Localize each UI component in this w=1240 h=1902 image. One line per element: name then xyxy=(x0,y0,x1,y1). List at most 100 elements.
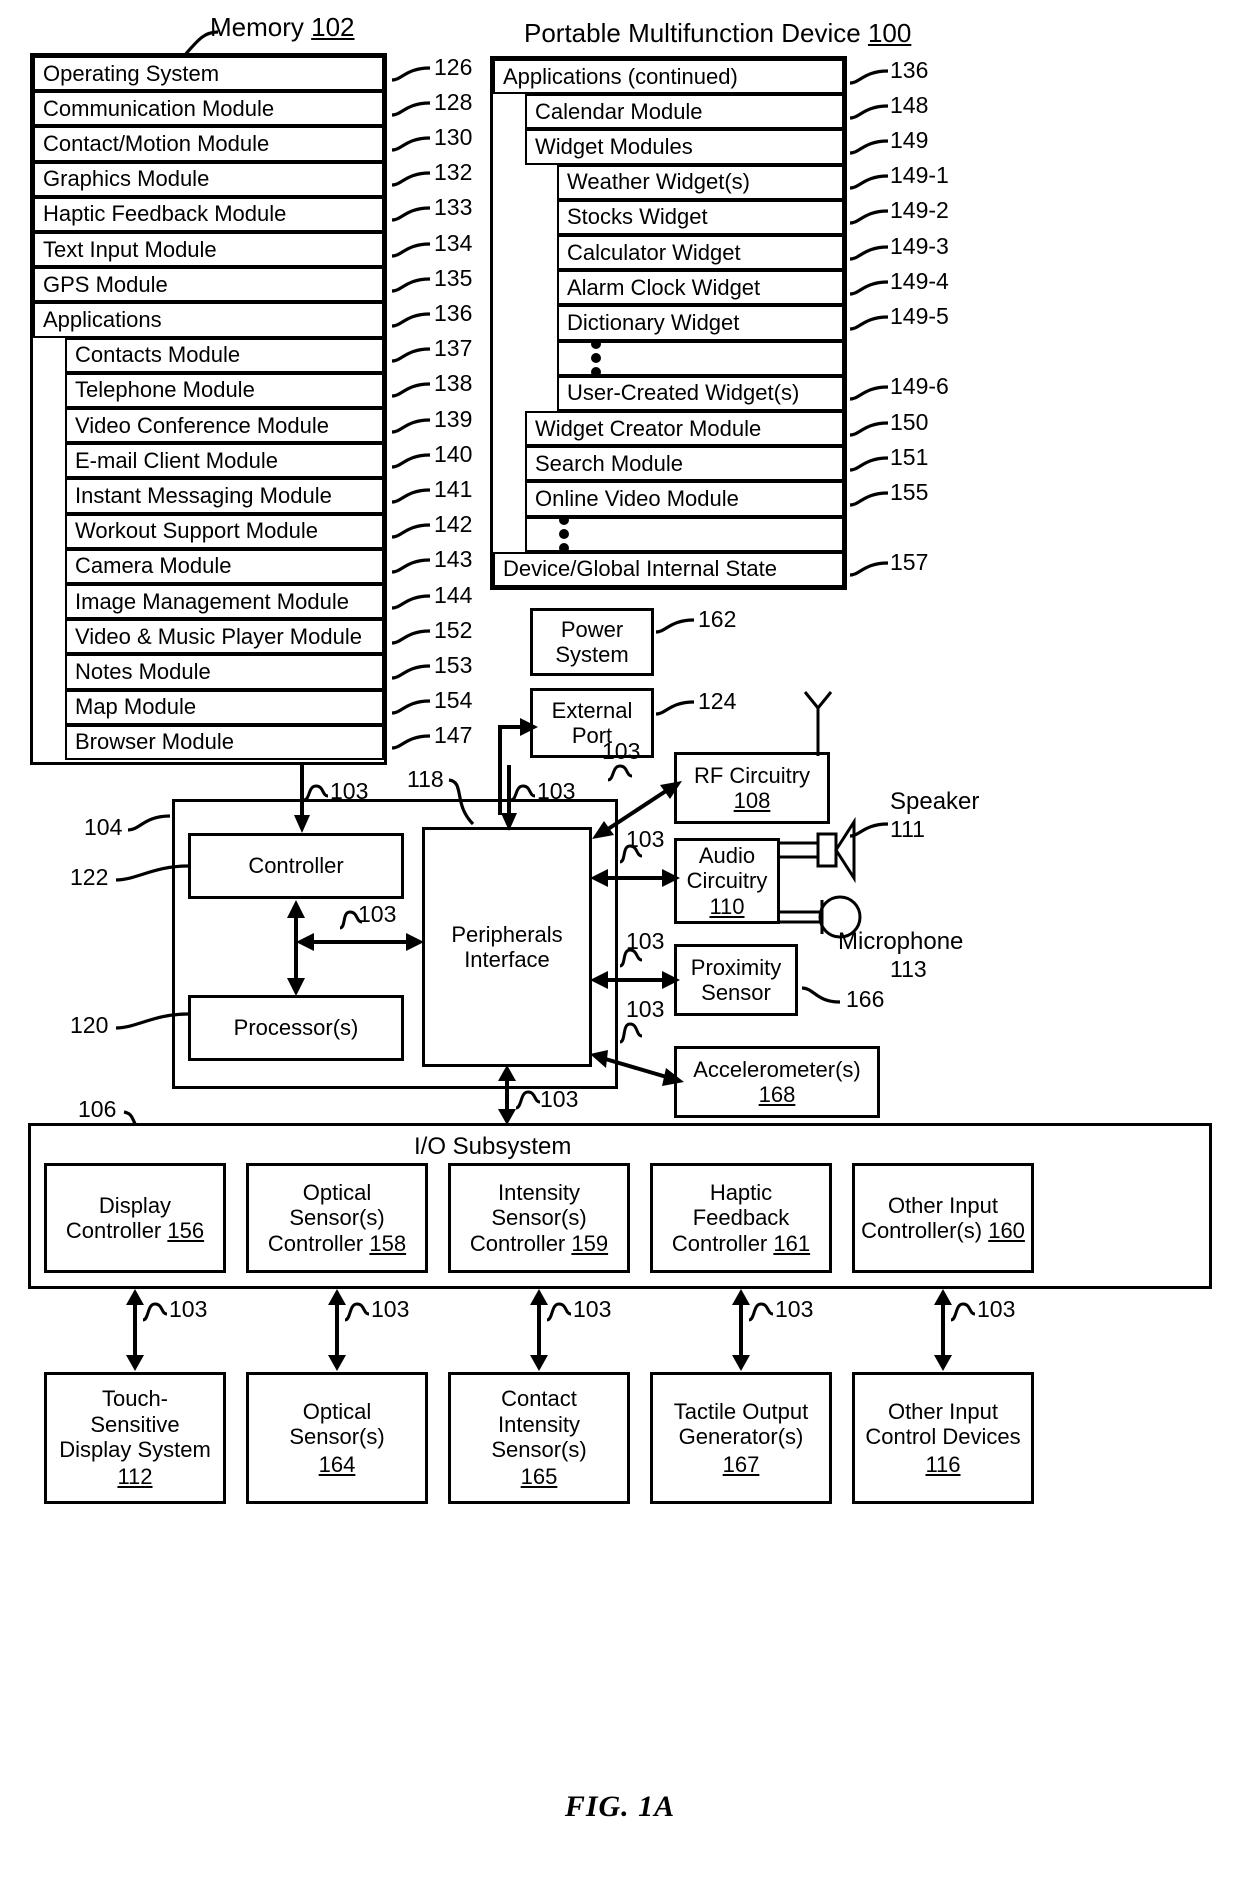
memory-row[interactable]: Telephone Module xyxy=(65,372,384,408)
memory-row[interactable]: Haptic Feedback Module xyxy=(33,196,384,232)
memory-row[interactable]: Workout Support Module xyxy=(65,513,384,549)
vertical-ellipsis-icon xyxy=(591,335,603,381)
device-row-ref: 149-1 xyxy=(890,162,949,189)
controller-ref-122: 122 xyxy=(70,864,109,890)
io-link-ref: 103 xyxy=(775,1296,814,1322)
memory-row-label: Browser Module xyxy=(75,729,234,755)
device-row-ref: 148 xyxy=(890,91,929,118)
memory-row[interactable]: Video Conference Module xyxy=(65,408,384,444)
memory-row-label: Graphics Module xyxy=(43,166,210,192)
bus-ref-4: 103 xyxy=(602,738,641,764)
vertical-ellipsis-icon xyxy=(559,511,571,557)
speaker-leader-icon xyxy=(848,818,892,842)
io-controller-box[interactable]: Intensity Sensor(s) Controller 159 xyxy=(448,1163,630,1273)
memory-row-ref: 141 xyxy=(434,476,473,502)
memory-row-label: Video & Music Player Module xyxy=(75,623,362,649)
memory-row[interactable]: E-mail Client Module xyxy=(65,443,384,479)
memory-row[interactable]: Communication Module xyxy=(33,91,384,127)
memory-row-label: E-mail Client Module xyxy=(75,447,278,473)
device-row[interactable]: Device/Global Internal State xyxy=(493,551,844,587)
memory-row-ref: 135 xyxy=(434,264,473,291)
device-row[interactable]: Online Video Module xyxy=(525,481,844,517)
memory-row-label: Image Management Module xyxy=(75,588,349,614)
memory-row-label: Operating System xyxy=(43,60,220,86)
memory-row[interactable]: Image Management Module xyxy=(65,584,384,620)
device-row[interactable]: Calculator Widget xyxy=(557,235,844,271)
accelerometer-box: Accelerometer(s) 168 xyxy=(674,1046,880,1118)
device-row-ref: 149-4 xyxy=(890,267,949,294)
memory-row[interactable]: Notes Module xyxy=(65,654,384,690)
memory-row[interactable]: Instant Messaging Module xyxy=(65,478,384,514)
device-row[interactable]: Search Module xyxy=(525,446,844,482)
speaker-label: Speaker xyxy=(890,788,980,815)
reference-leader-icon xyxy=(848,170,892,194)
io-controller-box[interactable]: Haptic Feedback Controller 161 xyxy=(650,1163,832,1273)
bus-ref-1: 103 xyxy=(330,778,369,804)
reference-leader-icon xyxy=(848,241,892,265)
reference-leader-icon xyxy=(390,308,434,332)
io-device-box[interactable]: Other Input Control Devices 116 xyxy=(852,1372,1034,1504)
reference-leader-icon xyxy=(390,695,434,719)
device-row-ref: 149-3 xyxy=(890,232,949,259)
memory-row-ref: 132 xyxy=(434,159,473,186)
reference-leader-icon xyxy=(390,519,434,543)
device-row[interactable]: Weather Widget(s) xyxy=(557,164,844,200)
external-port-leader-icon xyxy=(654,696,698,720)
device-row[interactable]: Widget Modules xyxy=(525,129,844,165)
device-row[interactable]: Stocks Widget xyxy=(557,199,844,235)
proximity-sensor-ref: 166 xyxy=(846,986,885,1012)
memory-row[interactable]: Text Input Module xyxy=(33,232,384,268)
device-row-ref: 149-5 xyxy=(890,303,949,329)
reference-leader-icon xyxy=(390,730,434,754)
reference-leader-icon xyxy=(390,449,434,473)
io-device-box[interactable]: Contact Intensity Sensor(s) 165 xyxy=(448,1372,630,1504)
reference-leader-icon xyxy=(848,100,892,124)
io-device-box[interactable]: Tactile Output Generator(s) 167 xyxy=(650,1372,832,1504)
memory-row-ref: 140 xyxy=(434,440,473,467)
memory-row[interactable]: Graphics Module xyxy=(33,161,384,197)
memory-row-label: Notes Module xyxy=(75,658,211,684)
memory-row-ref: 153 xyxy=(434,652,473,678)
ref-118-leader-icon xyxy=(447,776,487,830)
io-device-box[interactable]: Optical Sensor(s) 164 xyxy=(246,1372,428,1504)
reference-leader-icon xyxy=(390,238,434,262)
device-row[interactable]: User-Created Widget(s) xyxy=(557,375,844,411)
io-controller-box[interactable]: Other Input Controller(s) 160 xyxy=(852,1163,1034,1273)
device-row[interactable]: Applications (continued) xyxy=(493,59,844,95)
antenna-icon xyxy=(795,690,841,756)
device-row-label: Dictionary Widget xyxy=(567,309,740,335)
reference-leader-icon xyxy=(390,660,434,684)
io-link-squiggle-icon xyxy=(949,1300,977,1324)
device-row[interactable]: Calendar Module xyxy=(525,94,844,130)
io-subsystem-title: I/O Subsystem xyxy=(414,1133,572,1160)
memory-row[interactable]: Browser Module xyxy=(65,724,384,760)
memory-row[interactable]: GPS Module xyxy=(33,267,384,303)
bus-ref-squiggle-1 xyxy=(302,782,330,804)
memory-row[interactable]: Camera Module xyxy=(65,548,384,584)
memory-row[interactable]: Operating System xyxy=(33,56,384,92)
memory-row[interactable]: Contacts Module xyxy=(65,337,384,373)
memory-row[interactable]: Video & Music Player Module xyxy=(65,619,384,655)
microphone-label: Microphone xyxy=(838,928,964,955)
memory-row[interactable]: Applications xyxy=(33,302,384,338)
reference-leader-icon xyxy=(848,487,892,511)
reference-leader-icon xyxy=(390,378,434,402)
io-device-box[interactable]: Touch- Sensitive Display System 112 xyxy=(44,1372,226,1504)
memory-row[interactable]: Map Module xyxy=(65,689,384,725)
bus-ref-6: 103 xyxy=(626,928,665,954)
device-row-ref: 157 xyxy=(890,549,929,576)
memory-row[interactable]: Contact/Motion Module xyxy=(33,126,384,162)
device-row[interactable]: Widget Creator Module xyxy=(525,411,844,447)
reference-leader-icon xyxy=(390,62,434,86)
io-link-squiggle-icon xyxy=(141,1300,169,1324)
bus-peripherals-to-accelerometer xyxy=(590,1046,684,1088)
device-row-ref: 136 xyxy=(890,56,929,83)
device-row-label: User-Created Widget(s) xyxy=(567,380,800,406)
io-controller-box[interactable]: Display Controller 156 xyxy=(44,1163,226,1273)
device-row-ref: 150 xyxy=(890,408,929,435)
io-controller-box[interactable]: Optical Sensor(s) Controller 158 xyxy=(246,1163,428,1273)
ref-104-leader-icon xyxy=(126,812,172,838)
device-row[interactable]: Alarm Clock Widget xyxy=(557,270,844,306)
memory-row-label: Camera Module xyxy=(75,553,232,579)
bus-ref-squiggle-4 xyxy=(606,762,634,784)
